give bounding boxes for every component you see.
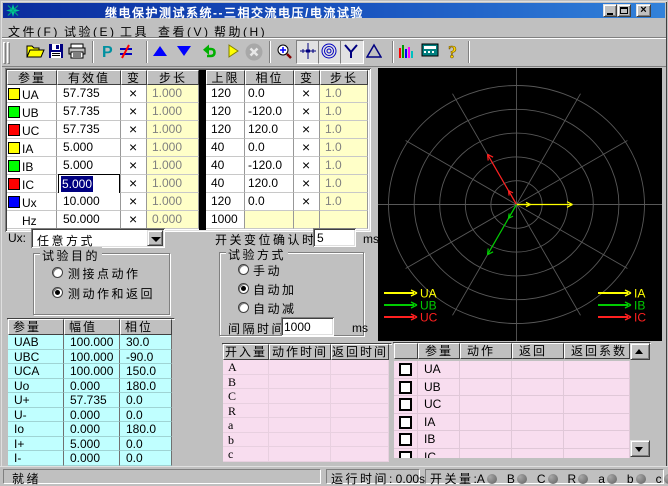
svg-text:?: ? [448, 43, 457, 61]
svg-text:IC: IC [634, 311, 646, 325]
svg-text:UC: UC [420, 311, 438, 325]
svg-text:P: P [102, 44, 113, 59]
